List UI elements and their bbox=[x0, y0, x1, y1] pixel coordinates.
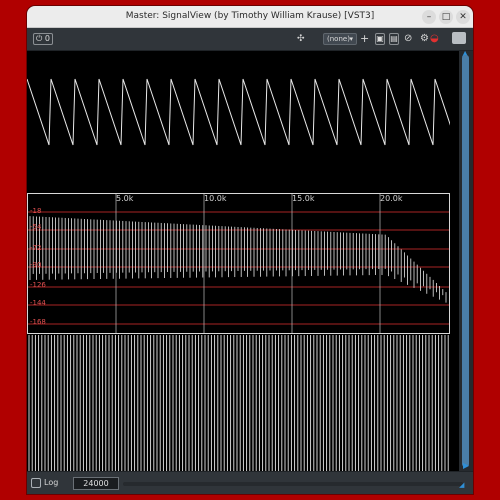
db-label: -54 bbox=[30, 223, 42, 231]
db-label: -126 bbox=[30, 281, 46, 289]
minimize-button[interactable]: – bbox=[422, 10, 436, 24]
chevron-down-icon: ▾ bbox=[349, 35, 353, 43]
plugin-window: Master: SignalView (by Timothy William K… bbox=[27, 6, 473, 494]
save-icon[interactable]: ▣ bbox=[375, 33, 385, 45]
add-icon[interactable]: + bbox=[360, 32, 369, 45]
cpu-value: 0 bbox=[44, 34, 50, 43]
log-label: Log bbox=[44, 478, 59, 487]
settings-icon[interactable]: ⚙ bbox=[420, 33, 429, 44]
db-label: -168 bbox=[30, 318, 46, 326]
db-label: -18 bbox=[30, 207, 42, 215]
db-label: -144 bbox=[30, 299, 46, 307]
vertical-scrollbar[interactable]: ▲ ▶ bbox=[459, 49, 473, 471]
db-label: -72 bbox=[30, 244, 42, 252]
spectrum-plot bbox=[28, 194, 449, 333]
status-bar: Log 24000 ◢ bbox=[27, 471, 473, 494]
scroll-right-icon[interactable]: ▶ bbox=[463, 461, 469, 470]
freq-label: 15.0k bbox=[292, 194, 315, 203]
params-icon[interactable]: ▤ bbox=[389, 33, 399, 45]
midi-icon[interactable]: ✣ bbox=[297, 34, 305, 44]
power-icon: ⏻ bbox=[36, 34, 43, 43]
close-button[interactable]: ✕ bbox=[456, 10, 470, 24]
io-icon[interactable] bbox=[452, 32, 466, 44]
freq-label: 10.0k bbox=[204, 194, 227, 203]
plugin-toolbar: ⏻ 0 ✣ (none) ▾ + ▣ ▤ ⊘ ⚙ ◒ bbox=[27, 28, 473, 51]
freq-label: 20.0k bbox=[380, 194, 403, 203]
window-title: Master: SignalView (by Timothy William K… bbox=[125, 11, 375, 21]
log-checkbox[interactable] bbox=[31, 478, 41, 488]
preset-dropdown[interactable]: (none) ▾ bbox=[323, 33, 357, 45]
freq-label: 5.0k bbox=[116, 194, 134, 203]
resize-grip-icon[interactable]: ◢ bbox=[459, 481, 464, 489]
spectrogram-plot bbox=[28, 335, 449, 471]
db-label: -90 bbox=[30, 261, 42, 269]
preset-value: (none) bbox=[327, 35, 350, 43]
bypass-icon[interactable]: ⊘ bbox=[404, 33, 412, 44]
meter-icon[interactable]: ◒ bbox=[430, 33, 439, 44]
spectrogram-panel[interactable] bbox=[27, 335, 450, 471]
cpu-meter-button[interactable]: ⏻ 0 bbox=[33, 33, 53, 45]
horizontal-scrollbar[interactable] bbox=[123, 482, 463, 486]
waveform-trace bbox=[27, 78, 460, 146]
maximize-button[interactable]: □ bbox=[439, 10, 453, 24]
spectrum-panel[interactable]: 5.0k 10.0k 15.0k 20.0k -18 -54 -72 -90 -… bbox=[27, 193, 450, 334]
title-bar[interactable]: Master: SignalView (by Timothy William K… bbox=[27, 6, 473, 28]
waveform-panel[interactable] bbox=[27, 51, 460, 191]
scroll-thumb[interactable] bbox=[462, 55, 469, 467]
signalview-display: 5.0k 10.0k 15.0k 20.0k -18 -54 -72 -90 -… bbox=[27, 51, 460, 471]
rate-field[interactable]: 24000 bbox=[73, 477, 119, 490]
